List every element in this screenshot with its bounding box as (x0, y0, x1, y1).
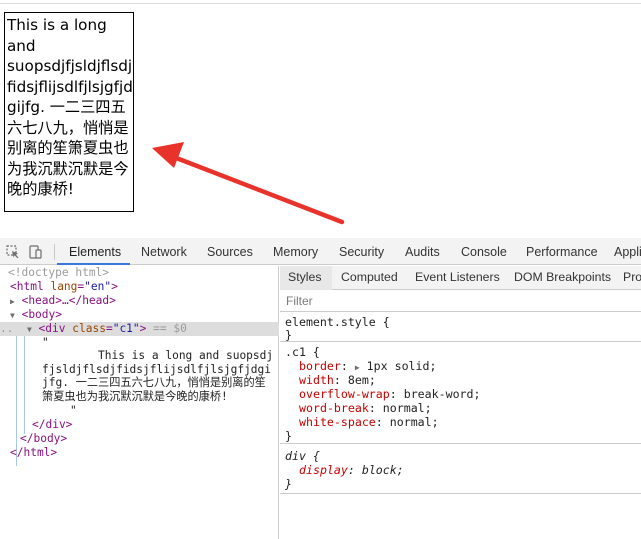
c1-selector[interactable]: .c1 { (285, 345, 320, 359)
head-node[interactable]: ▶ <head>…</head> (10, 294, 116, 309)
div-rule-close: } (285, 477, 292, 491)
c1-rule: .c1 { border: ▶ 1px solid; width: 8em; o… (280, 342, 641, 444)
devtools-tab-bar: Elements Network Sources Memory Security… (0, 238, 641, 265)
c1-prop-overflow-wrap[interactable]: overflow-wrap: break-word; (299, 387, 481, 401)
body-tag: <body> (21, 308, 62, 321)
expand-shorthand-icon[interactable]: ▶ (355, 363, 360, 372)
div-prop-display: display: block; (299, 463, 404, 477)
tab-sources[interactable]: Sources (207, 245, 253, 259)
doctype-node[interactable]: <!doctype html> (8, 266, 109, 280)
collapse-triangle-icon[interactable]: ▼ (10, 311, 15, 320)
subtab-properties[interactable]: Pro (623, 270, 641, 284)
subtab-dom-breakpoints[interactable]: DOM Breakpoints (514, 270, 611, 284)
expand-triangle-icon[interactable]: ▶ (10, 297, 15, 306)
annotation-arrow-box (152, 142, 345, 225)
tab-performance[interactable]: Performance (526, 245, 598, 259)
prop-value: 1px solid; (366, 359, 437, 373)
lang-attr-name: lang (50, 280, 78, 293)
head-tag: <head>…</head> (21, 294, 116, 307)
inspect-element-icon[interactable] (6, 245, 20, 259)
html-node[interactable]: <html lang="en"> (10, 280, 118, 294)
subtab-computed[interactable]: Computed (341, 270, 398, 284)
styles-pane: Styles Computed Event Listeners DOM Brea… (280, 266, 641, 539)
user-agent-div-rule: div { display: block; } (280, 444, 641, 494)
active-tab-indicator (57, 263, 130, 265)
tab-console[interactable]: Console (461, 245, 507, 259)
device-toolbar-icon[interactable] (28, 245, 42, 259)
text-quote-open: " (42, 336, 49, 349)
prop-name: width (299, 373, 334, 387)
elements-tree: <!doctype html> <html lang="en"> ▶ <head… (0, 266, 279, 539)
styles-filter-input[interactable]: Filter (280, 290, 641, 312)
lang-attr-value: "en" (84, 280, 112, 293)
prop-value: 8em; (347, 373, 376, 387)
styles-tab-bar: Styles Computed Event Listeners DOM Brea… (280, 266, 641, 290)
selected-node-marker: == $0 (153, 322, 187, 335)
tree-guide-line (24, 336, 25, 434)
c1-prop-white-space[interactable]: white-space: normal; (299, 415, 439, 429)
prop-value: normal; (389, 415, 439, 429)
c1-prop-width[interactable]: width: 8em; (299, 373, 376, 387)
tab-network[interactable]: Network (141, 245, 187, 259)
element-style-close: } (285, 328, 292, 342)
div-tag-name: div (45, 322, 66, 335)
class-attr-name: class (72, 322, 106, 335)
element-style-rule: element.style { } (280, 312, 641, 342)
prop-name: overflow-wrap (299, 387, 390, 401)
tab-security[interactable]: Security (339, 245, 384, 259)
c1-prop-word-break[interactable]: word-break: normal; (299, 401, 432, 415)
c1-demo-box: This is a long and suopsdjfjsldjflsdjfid… (4, 12, 134, 212)
html-close-tag[interactable]: </html> (10, 446, 57, 460)
element-style-selector[interactable]: element.style { (285, 315, 390, 329)
tab-elements[interactable]: Elements (69, 245, 121, 259)
text-node-content[interactable]: This is a long and suopsdjfjsldjflsdjfid… (42, 349, 276, 403)
tab-memory[interactable]: Memory (273, 245, 318, 259)
collapse-triangle-icon[interactable]: ▼ (27, 325, 32, 334)
prop-name: word-break (299, 401, 369, 415)
c1-rule-close: } (285, 429, 292, 443)
subtab-styles[interactable]: Styles (288, 270, 322, 284)
div-close-tag[interactable]: </div> (32, 418, 72, 432)
prop-value: block; (361, 463, 404, 477)
toolbar-separator (54, 244, 55, 260)
devtools-panel: Elements Network Sources Memory Security… (0, 238, 641, 539)
tab-audits[interactable]: Audits (405, 245, 440, 259)
div-c1-node[interactable]: .. ▼ <div class="c1"> == $0 (0, 322, 187, 337)
subtab-event-listeners[interactable]: Event Listeners (415, 270, 500, 284)
html-tag-name: html (16, 280, 44, 293)
prop-name: white-space (299, 415, 376, 429)
page-top-divider (0, 3, 641, 4)
body-close-tag[interactable]: </body> (20, 432, 67, 446)
more-dots-icon: .. (0, 322, 14, 335)
prop-value: normal; (382, 401, 432, 415)
text-node-value: This is a long and suopsdjfjsldjflsdjfid… (42, 349, 274, 403)
prop-value: break-word; (403, 387, 481, 401)
prop-name: border (299, 359, 341, 373)
prop-name: display (299, 463, 348, 477)
div-selector: div { (285, 449, 320, 463)
tab-application[interactable]: Appli (614, 245, 641, 259)
class-attr-value: "c1" (112, 322, 140, 335)
body-node[interactable]: ▼ <body> (10, 308, 62, 323)
text-quote-close: " (70, 404, 77, 417)
